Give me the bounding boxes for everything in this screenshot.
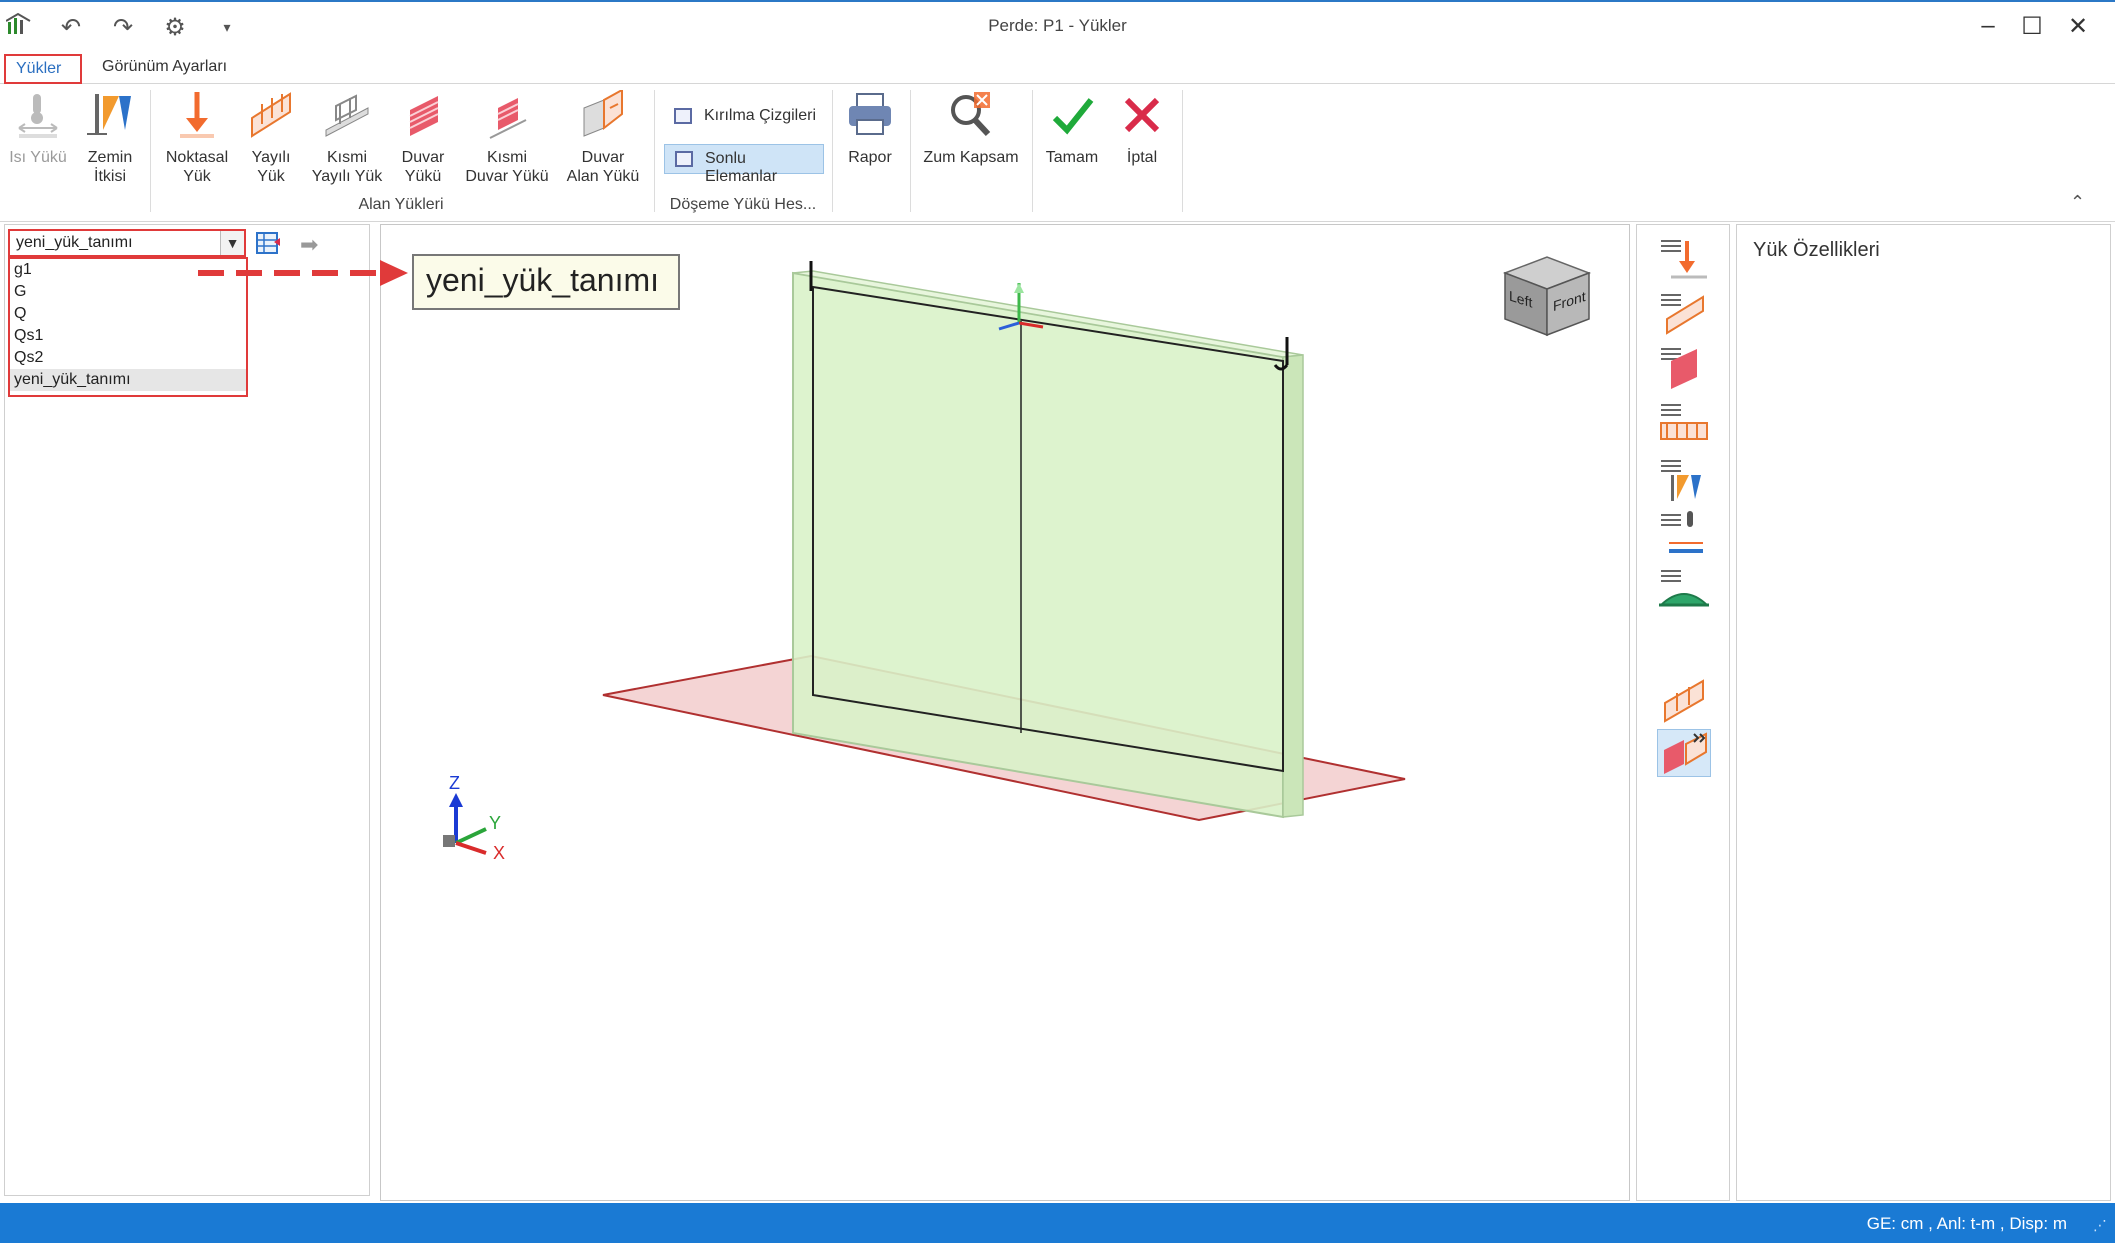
ribbon-separator	[150, 90, 151, 212]
close-button[interactable]: ✕	[2058, 12, 2098, 41]
noktasal-yuk-button[interactable]: Noktasal Yük	[160, 90, 234, 186]
partial-wall-load-icon	[482, 90, 532, 142]
list-item[interactable]: Qs2	[10, 347, 246, 369]
chevron-down-icon[interactable]: ▼	[220, 231, 244, 255]
zemin-itkisi-label-2: İtkisi	[94, 168, 126, 185]
isi-yuku-label: Isı Yükü	[9, 149, 67, 166]
duvar-alan-yuku-label-2: Alan Yükü	[566, 168, 640, 185]
rapor-button[interactable]: Rapor	[840, 90, 900, 167]
duvar-alan-yuku-label-1: Duvar	[581, 149, 625, 166]
kismi-duvar-yuku-button[interactable]: Kısmi Duvar Yükü	[460, 90, 554, 186]
list-item[interactable]: Qs1	[10, 325, 246, 347]
list-item[interactable]: Q	[10, 303, 246, 325]
wall-load-tool-icon[interactable]	[1657, 343, 1711, 391]
resize-grip-icon[interactable]: ⋰	[2093, 1217, 2107, 1234]
soil-pressure-icon	[85, 90, 135, 142]
units-status-text: GE: cm , Anl: t-m , Disp: m	[1866, 1214, 2067, 1233]
break-lines-icon	[674, 108, 692, 124]
wall-load-icon	[398, 90, 448, 142]
axis-y-label: Y	[489, 813, 502, 833]
duvar-yuku-label-1: Duvar	[401, 149, 445, 166]
ribbon-separator	[1182, 90, 1183, 212]
finite-elements-icon	[675, 151, 693, 167]
load-case-selected-value: yeni_yük_tanımı	[16, 234, 133, 251]
alan-yukleri-group-label: Alan Yükleri	[358, 196, 444, 213]
iptal-button[interactable]: İptal	[1112, 90, 1172, 167]
ribbon-separator	[832, 90, 833, 212]
ribbon: Isı Yükü Zemin İtkisi Noktasal Yük Yayıl…	[0, 84, 2115, 222]
arrow-right-icon[interactable]: ➡	[300, 232, 318, 258]
load-tools-toolbar	[1636, 224, 1730, 1201]
tamam-button[interactable]: Tamam	[1040, 90, 1104, 167]
slab-load-tool-icon[interactable]	[1657, 399, 1711, 447]
ribbon-separator	[1032, 90, 1033, 212]
load-properties-panel: Yük Özellikleri	[1736, 224, 2111, 1201]
thermal-load-tool-icon[interactable]	[1657, 509, 1711, 557]
kismi-duvar-yuku-label-2: Duvar Yükü	[465, 168, 549, 185]
ribbon-separator	[654, 90, 655, 212]
yayili-yuk-label-2: Yük	[257, 168, 285, 185]
soil-pressure-tool-icon[interactable]	[1657, 455, 1711, 503]
kirilma-cizgileri-button[interactable]: Kırılma Çizgileri	[664, 102, 826, 132]
kismi-yayili-yuk-label-1: Kısmi	[327, 149, 367, 166]
ribbon-separator	[910, 90, 911, 212]
zemin-itkisi-label-1: Zemin	[87, 149, 133, 166]
distributed-load-tool-icon[interactable]	[1657, 289, 1711, 337]
partial-distributed-load-tool-icon[interactable]	[1657, 675, 1711, 723]
distributed-load-icon	[246, 90, 296, 142]
load-case-tooltip: yeni_yük_tanımı	[412, 254, 680, 310]
properties-title: Yük Özellikleri	[1753, 239, 1880, 261]
thermometer-icon	[13, 90, 63, 142]
title-bar: ↶ ↷ ⚙ ▾ Perde: P1 - Yükler – ☐ ✕	[0, 0, 2115, 52]
maximize-button[interactable]: ☐	[2012, 12, 2052, 41]
point-load-icon	[172, 90, 222, 142]
load-case-combobox[interactable]: yeni_yük_tanımı ▼	[8, 229, 246, 257]
doseme-yuku-group-label: Döşeme Yükü Hes...	[669, 196, 817, 213]
callout-arrow-icon	[198, 260, 408, 286]
moving-load-tool-icon[interactable]	[1657, 565, 1711, 613]
zum-kapsam-button[interactable]: Zum Kapsam	[918, 90, 1024, 167]
status-bar: GE: cm , Anl: t-m , Disp: m ⋰	[0, 1203, 2115, 1243]
point-load-tool-icon[interactable]	[1657, 235, 1711, 283]
isi-yuku-button[interactable]: Isı Yükü	[6, 90, 70, 167]
rapor-label: Rapor	[848, 149, 892, 166]
axis-x-label: X	[493, 843, 506, 863]
zoom-extents-icon	[946, 90, 996, 142]
axis-z-label: Z	[449, 773, 460, 793]
list-item-selected[interactable]: yeni_yük_tanımı	[10, 369, 246, 391]
kirilma-cizgileri-label: Kırılma Çizgileri	[704, 107, 817, 124]
sonlu-elemanlar-label: Sonlu Elemanlar	[705, 150, 778, 185]
tab-gorunum-ayarlari[interactable]: Görünüm Ayarları	[92, 54, 237, 84]
kismi-yayili-yuk-button[interactable]: Kısmi Yayılı Yük	[308, 90, 386, 186]
tamam-label: Tamam	[1045, 149, 1099, 166]
3d-viewport[interactable]: Left Front Z Y X	[380, 224, 1630, 1201]
zemin-itkisi-button[interactable]: Zemin İtkisi	[80, 90, 140, 186]
partial-distributed-load-icon	[322, 90, 372, 142]
tab-yukler[interactable]: Yükler	[4, 54, 82, 84]
ribbon-tabs: Yükler Görünüm Ayarları	[0, 52, 2115, 84]
zum-kapsam-label: Zum Kapsam	[923, 149, 1019, 166]
duvar-yuku-button[interactable]: Duvar Yükü	[396, 90, 450, 186]
duvar-yuku-label-2: Yükü	[404, 168, 442, 185]
iptal-label: İptal	[1126, 149, 1158, 166]
duvar-alan-yuku-button[interactable]: Duvar Alan Yükü	[562, 88, 644, 186]
wall-area-load-icon	[578, 88, 628, 142]
noktasal-yuk-label-1: Noktasal	[165, 149, 229, 166]
sonlu-elemanlar-button[interactable]: Sonlu Elemanlar	[664, 144, 824, 185]
printer-icon	[845, 90, 895, 142]
wall-area-load-tool-icon[interactable]	[1657, 729, 1711, 777]
checkmark-icon	[1047, 90, 1097, 142]
window-title: Perde: P1 - Yükler	[988, 16, 1127, 35]
minimize-button[interactable]: –	[1968, 12, 2008, 40]
yayili-yuk-label-1: Yayılı	[251, 149, 291, 166]
collapse-ribbon-icon[interactable]: ⌃	[2070, 192, 2085, 213]
noktasal-yuk-label-2: Yük	[183, 168, 211, 185]
load-table-icon[interactable]	[254, 230, 282, 258]
kismi-yayili-yuk-label-2: Yayılı Yük	[311, 168, 383, 185]
yayili-yuk-button[interactable]: Yayılı Yük	[244, 90, 298, 186]
cancel-x-icon	[1117, 90, 1167, 142]
model-canvas[interactable]	[381, 225, 1631, 1202]
kismi-duvar-yuku-label-1: Kısmi	[487, 149, 527, 166]
wall-panel	[792, 271, 1284, 819]
